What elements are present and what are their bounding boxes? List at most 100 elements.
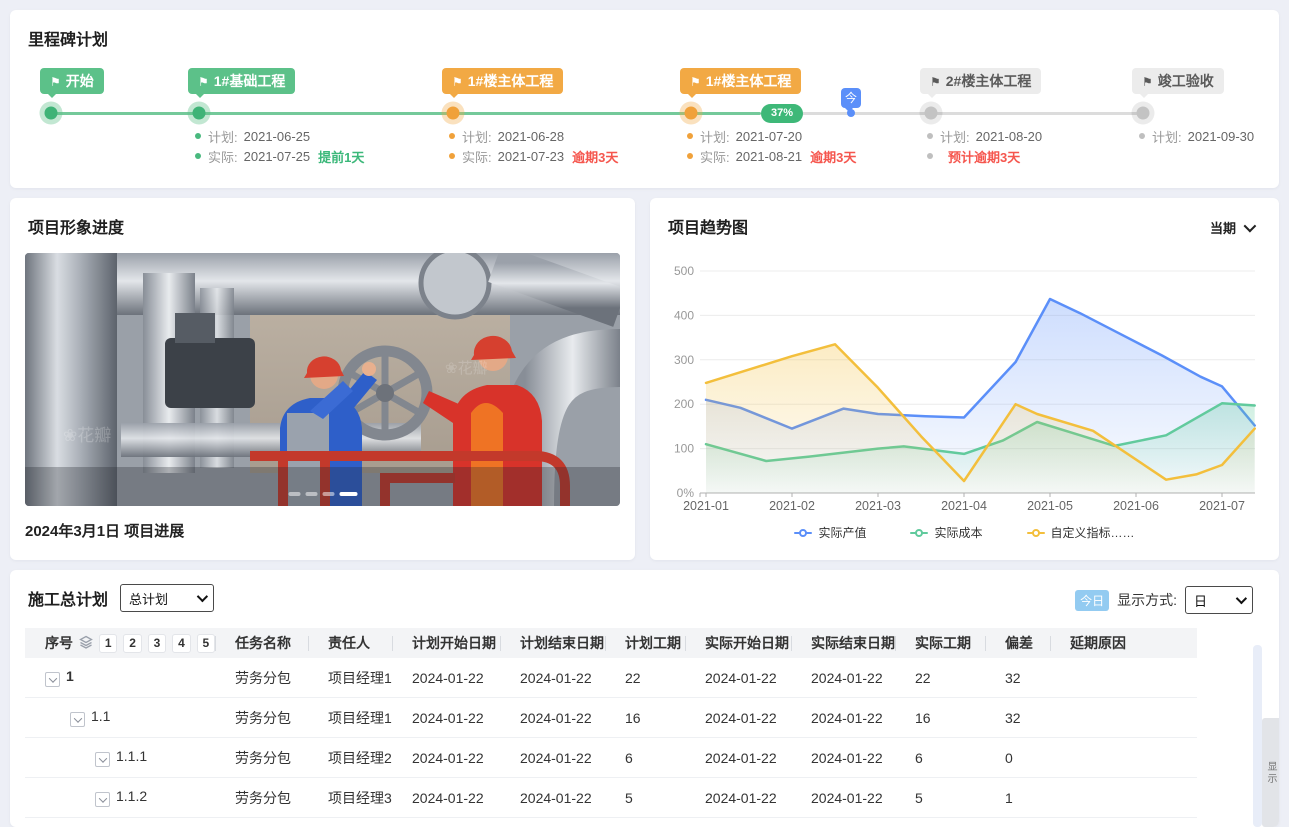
table-cell: 项目经理1 [308, 698, 392, 738]
project-progress-card: 项目形象进度 [10, 198, 635, 560]
milestone-date-row: 实际:2021-07-23逾期3天 [449, 146, 618, 166]
level-button-3[interactable]: 3 [148, 634, 166, 653]
display-mode-select[interactable]: 日 [1185, 586, 1253, 614]
svg-text:❀花瓣: ❀花瓣 [445, 360, 488, 377]
milestone-date-row: 预计逾期3天 [927, 146, 1042, 166]
collapse-toggle-icon[interactable] [70, 712, 85, 727]
date-value: 2021-09-30 [1188, 129, 1255, 144]
trend-legend: 实际产值 实际成本 自定义指标…… [650, 524, 1279, 541]
legend-line-icon [1027, 528, 1045, 538]
date-label: 实际: [700, 147, 730, 166]
seq-number: 1.1.1 [116, 748, 147, 764]
date-value: 2021-06-28 [498, 129, 565, 144]
table-cell: 2024-01-22 [500, 698, 605, 738]
collapse-toggle-icon[interactable] [95, 792, 110, 807]
seq-number: 1.1 [91, 708, 110, 724]
table-cell: 22 [605, 658, 685, 698]
date-value: 2021-08-20 [976, 129, 1043, 144]
carousel-dot[interactable] [339, 492, 357, 496]
collapse-toggle-icon[interactable] [95, 752, 110, 767]
status-text: 预计逾期3天 [948, 147, 1020, 166]
milestone-badge: ⚑1#楼主体工程 [680, 68, 801, 94]
date-value: 2021-07-23 [498, 149, 565, 164]
today-marker: 今 [841, 88, 861, 108]
date-label: 计划: [940, 127, 970, 146]
plan-type-select[interactable]: 总计划 [120, 584, 214, 612]
plan-toolbar: 施工总计划 总计划 [28, 584, 214, 612]
bullet-dot-icon [195, 133, 201, 139]
bullet-dot-icon [449, 153, 455, 159]
chevron-down-icon [98, 754, 106, 762]
date-label: 实际: [208, 147, 238, 166]
seq-cell: 1.1.1 [25, 738, 215, 778]
svg-text:400: 400 [674, 308, 694, 322]
table-cell: 2024-01-22 [500, 778, 605, 818]
level-button-5[interactable]: 5 [197, 634, 215, 653]
legend-label: 实际成本 [934, 524, 982, 541]
seq-header-label: 序号 [45, 633, 73, 653]
svg-text:2021-07: 2021-07 [1199, 499, 1245, 513]
date-value: 2021-07-25 [244, 149, 311, 164]
milestone-label: 1#楼主体工程 [468, 73, 554, 89]
bullet-dot-icon [927, 153, 933, 159]
seq-cell: 1.1.2 [25, 778, 215, 818]
milestone-label: 竣工验收 [1158, 73, 1214, 89]
display-side-tab[interactable]: 显示 [1262, 718, 1279, 827]
table-cell [1050, 778, 1197, 818]
milestone-dot [1137, 107, 1150, 120]
milestone-dot [925, 107, 938, 120]
level-button-4[interactable]: 4 [172, 634, 190, 653]
carousel-indicator [288, 492, 357, 496]
milestone-dates: 计划:2021-07-20实际:2021-08-21逾期3天 [687, 126, 856, 166]
seq-header: 序号 12345 [45, 633, 215, 653]
date-label: 计划: [1152, 127, 1182, 146]
svg-text:2021-01: 2021-01 [683, 499, 729, 513]
milestone-badge: ⚑2#楼主体工程 [920, 68, 1041, 94]
carousel-dot[interactable] [322, 492, 334, 496]
bullet-dot-icon [687, 133, 693, 139]
milestone-label: 开始 [66, 73, 94, 89]
table-row: 1.1.2劳务分包项目经理32024-01-222024-01-2252024-… [25, 778, 1197, 818]
today-badge[interactable]: 今日 [1075, 590, 1109, 611]
status-text: 提前1天 [318, 147, 364, 166]
milestone-badge: ⚑竣工验收 [1132, 68, 1224, 94]
legend-item[interactable]: 实际产值 [794, 524, 866, 541]
legend-item[interactable]: 实际成本 [910, 524, 982, 541]
plan-table: 序号12345任务名称责任人计划开始日期计划结束日期计划工期实际开始日期实际结束… [25, 628, 1197, 818]
table-cell: 6 [895, 738, 985, 778]
milestone-date-row: 计划: 2021-09-30 [1139, 126, 1254, 146]
level-button-1[interactable]: 1 [99, 634, 117, 653]
date-label: 计划: [462, 127, 492, 146]
table-cell: 劳务分包 [215, 658, 308, 698]
chevron-down-icon [1236, 593, 1247, 604]
bullet-dot-icon [687, 153, 693, 159]
table-cell: 6 [605, 738, 685, 778]
legend-ring [915, 529, 923, 537]
legend-ring [799, 529, 807, 537]
svg-text:2021-05: 2021-05 [1027, 499, 1073, 513]
milestone-date-row: 计划: 2021-08-20 [927, 126, 1042, 146]
legend-item[interactable]: 自定义指标…… [1027, 524, 1135, 541]
legend-line-icon [794, 528, 812, 538]
milestone-badge: ⚑1#基础工程 [188, 68, 295, 94]
milestone-label: 1#基础工程 [214, 73, 286, 89]
vertical-scrollbar[interactable] [1253, 645, 1262, 827]
table-cell: 2024-01-22 [392, 738, 500, 778]
status-text: 逾期3天 [572, 147, 618, 166]
carousel-dot[interactable] [288, 492, 300, 496]
milestone-date-row: 实际: 2021-07-25 提前1天 [195, 146, 364, 166]
column-header: 任务名称 [215, 628, 308, 658]
milestone-dates: 计划: 2021-09-30 [1139, 126, 1254, 146]
table-row: 1.1劳务分包项目经理12024-01-222024-01-22162024-0… [25, 698, 1197, 738]
milestone-dot [45, 107, 58, 120]
today-dot-icon [847, 109, 855, 117]
date-value: 2021-08-21 [736, 149, 803, 164]
flag-icon: ⚑ [690, 75, 701, 89]
collapse-toggle-icon[interactable] [45, 672, 60, 687]
carousel-dot[interactable] [305, 492, 317, 496]
date-label: 计划: [208, 127, 238, 146]
construction-photo-illustration: ❀花瓣 ❀花瓣 [25, 253, 620, 506]
level-button-2[interactable]: 2 [123, 634, 141, 653]
flag-icon: ⚑ [452, 75, 463, 89]
layers-icon[interactable] [79, 635, 93, 652]
